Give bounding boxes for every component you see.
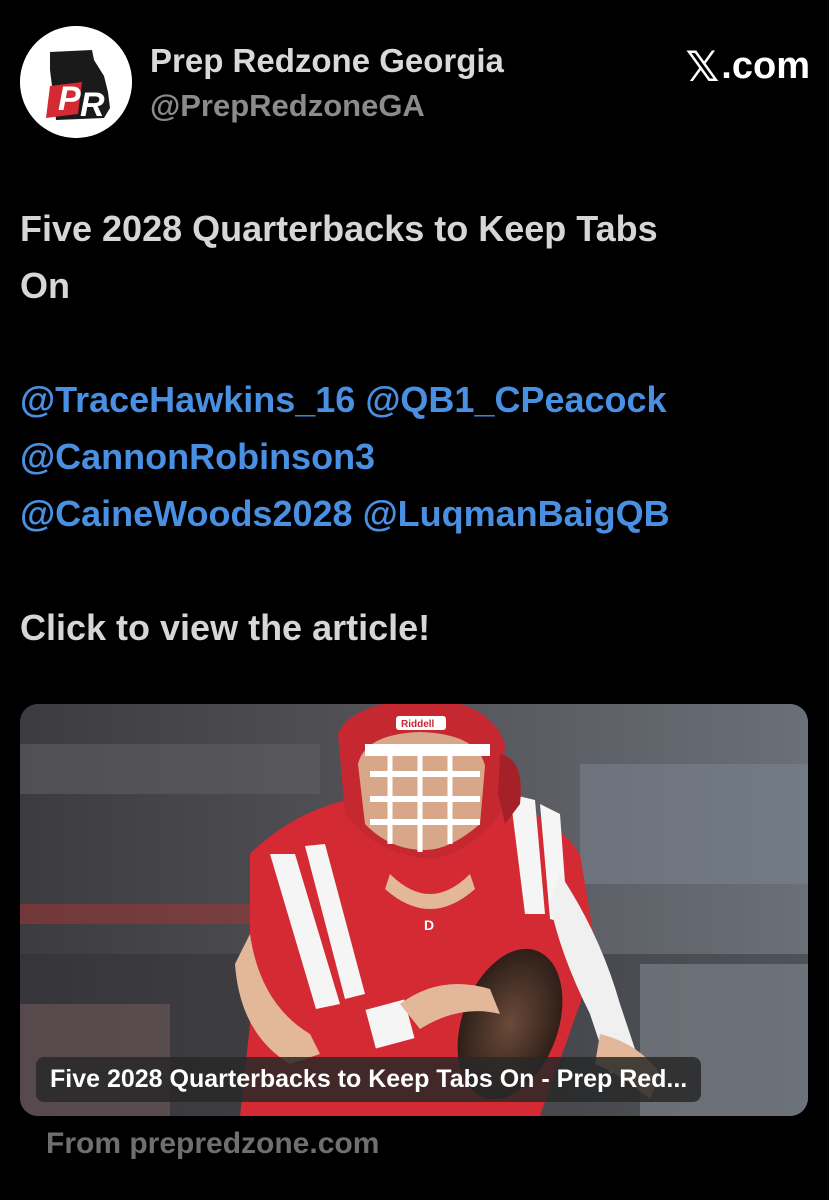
avatar-letter-p: P — [58, 80, 81, 118]
mention-link[interactable]: @CaineWoods2028 — [20, 493, 353, 534]
tweet-cta: Click to view the article! — [20, 607, 431, 648]
avatar[interactable]: P R — [20, 26, 132, 138]
avatar-logo: P R — [20, 26, 132, 138]
mention-link[interactable]: @CannonRobinson3 — [20, 436, 375, 477]
link-preview-card[interactable]: Riddell D Five 2028 Quarterbacks to Keep… — [20, 704, 808, 1116]
jersey-logo: D — [424, 917, 434, 933]
account-name[interactable]: Prep Redzone Georgia — [150, 42, 504, 80]
card-source[interactable]: From prepredzone.com — [46, 1127, 379, 1161]
platform-label: 𝕏 .com — [685, 42, 810, 91]
mention-link[interactable]: @TraceHawkins_16 — [20, 379, 355, 420]
article-photo: Riddell D — [20, 704, 808, 1116]
tweet-body: Five 2028 Quarterbacks to Keep Tabs On @… — [20, 200, 810, 656]
tweet-header: P R Prep Redzone Georgia @PrepRedzoneGA … — [20, 26, 810, 141]
tweet-headline-line2: On — [20, 265, 70, 306]
account-handle[interactable]: @PrepRedzoneGA — [150, 88, 425, 124]
platform-domain: .com — [721, 45, 810, 87]
helmet-brand-text: Riddell — [401, 719, 435, 730]
mention-link[interactable]: @QB1_CPeacock — [365, 379, 666, 420]
card-title[interactable]: Five 2028 Quarterbacks to Keep Tabs On -… — [36, 1057, 702, 1102]
avatar-letter-r: R — [80, 86, 105, 124]
tweet-headline-line1: Five 2028 Quarterbacks to Keep Tabs — [20, 208, 658, 249]
mention-link[interactable]: @LuqmanBaigQB — [363, 493, 670, 534]
x-logo-icon: 𝕏 — [685, 43, 720, 90]
